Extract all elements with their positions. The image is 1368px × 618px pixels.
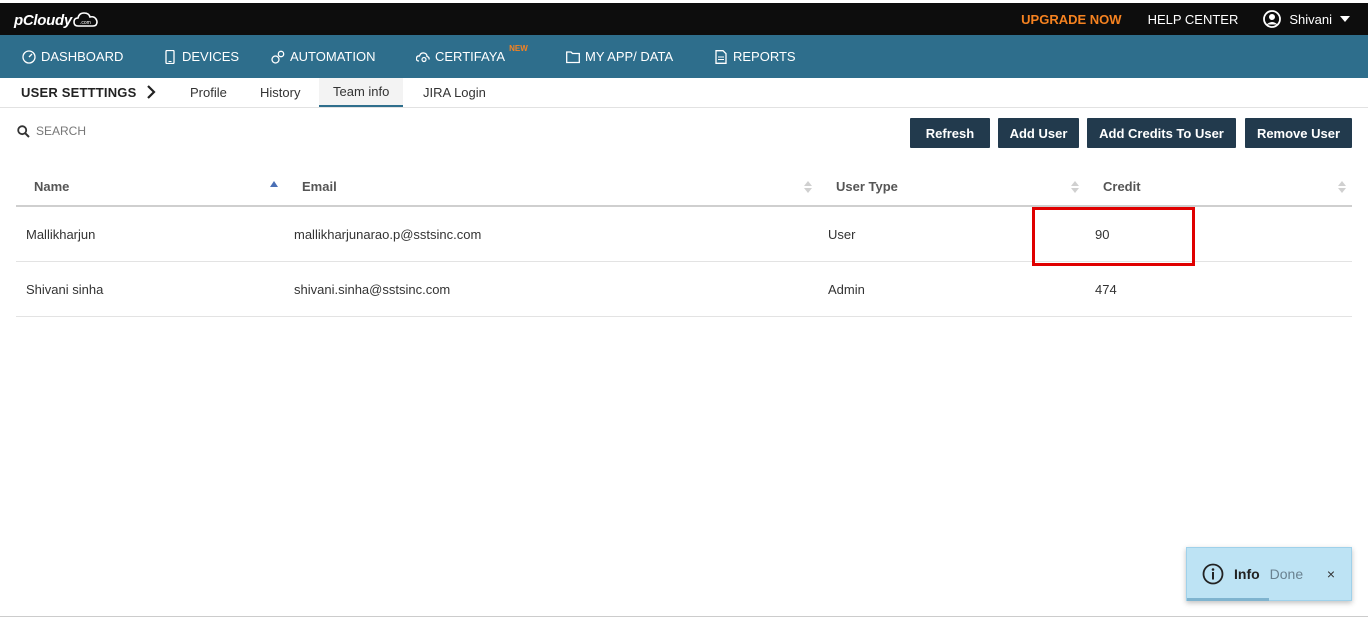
column-header-name[interactable]: Name — [34, 168, 69, 205]
nav-label: MY APP/ DATA — [585, 49, 674, 64]
cloud-search-icon — [416, 51, 430, 62]
nav-dashboard[interactable]: DASHBOARD — [22, 35, 123, 78]
sort-icon[interactable] — [804, 180, 812, 194]
refresh-button[interactable]: Refresh — [910, 118, 990, 148]
sort-icon[interactable] — [1338, 180, 1346, 194]
main-nav: DASHBOARD DEVICES AUTOMATION CERTIFAYA N… — [0, 35, 1368, 78]
top-bar: pCloudy .com UPGRADE NOW HELP CENTER Shi… — [0, 3, 1368, 35]
new-badge: NEW — [509, 44, 528, 53]
bottom-divider — [0, 616, 1368, 617]
add-user-button[interactable]: Add User — [998, 118, 1079, 148]
remove-user-button[interactable]: Remove User — [1245, 118, 1352, 148]
credit-highlight-box — [1032, 207, 1195, 266]
nav-label: REPORTS — [733, 49, 796, 64]
cell-name: Shivani sinha — [26, 282, 104, 297]
info-icon — [1202, 563, 1224, 585]
user-settings-breadcrumb: USER SETTTINGS — [21, 84, 137, 100]
nav-label: DEVICES — [182, 49, 240, 64]
search-placeholder: SEARCH — [36, 124, 87, 138]
document-icon — [715, 49, 727, 64]
column-header-email[interactable]: Email — [302, 168, 337, 205]
sort-asc-icon[interactable] — [270, 180, 278, 194]
tab-jira-login[interactable]: JIRA Login — [423, 78, 486, 107]
add-credits-button[interactable]: Add Credits To User — [1087, 118, 1236, 148]
tab-profile[interactable]: Profile — [190, 78, 227, 107]
cell-name: Mallikharjun — [26, 227, 96, 242]
folder-icon — [566, 50, 580, 63]
nav-automation[interactable]: AUTOMATION — [271, 35, 375, 78]
logo-sub: .com — [80, 20, 91, 26]
search-icon — [17, 124, 30, 138]
nav-devices[interactable]: DEVICES — [163, 35, 239, 78]
column-header-user-type[interactable]: User Type — [836, 168, 898, 205]
chevron-right-icon — [147, 85, 156, 99]
user-name: Shivani — [1289, 11, 1332, 27]
toast-progress-bar — [1187, 598, 1269, 601]
cell-email: mallikharjunarao.p@sstsinc.com — [294, 227, 482, 242]
search-input[interactable]: SEARCH — [17, 124, 86, 138]
nav-label: CERTIFAYA — [435, 49, 506, 64]
upgrade-now-link[interactable]: UPGRADE NOW — [1021, 12, 1121, 27]
cell-email: shivani.sinha@sstsinc.com — [294, 282, 451, 297]
tab-history[interactable]: History — [260, 78, 300, 107]
nav-label: DASHBOARD — [41, 49, 124, 64]
toast-title: Info — [1234, 566, 1260, 582]
table-header: Name Email User Type Credit — [16, 168, 1352, 207]
table-row[interactable]: Shivani sinha shivani.sinha@sstsinc.com … — [16, 262, 1352, 317]
settings-tabs: USER SETTTINGS Profile History Team info… — [0, 78, 1368, 108]
tab-team-info[interactable]: Team info — [319, 78, 404, 107]
cell-user-type: User — [828, 227, 856, 242]
sort-icon[interactable] — [1071, 180, 1079, 194]
nav-label: AUTOMATION — [290, 49, 376, 64]
column-header-credit[interactable]: Credit — [1103, 168, 1141, 205]
help-center-link[interactable]: HELP CENTER — [1148, 12, 1239, 27]
pcloudy-logo[interactable]: pCloudy .com — [14, 9, 99, 31]
cell-user-type: Admin — [828, 282, 865, 297]
chevron-down-icon — [1340, 16, 1350, 22]
cloud-logo-icon: .com — [73, 12, 98, 27]
nav-reports[interactable]: REPORTS — [714, 35, 796, 78]
cell-credit: 474 — [1095, 282, 1117, 297]
close-icon[interactable]: × — [1327, 566, 1335, 582]
info-toast: Info Done × — [1186, 547, 1352, 601]
user-menu[interactable]: Shivani — [1263, 10, 1350, 28]
gauge-icon — [22, 49, 36, 64]
nav-my-app-data[interactable]: MY APP/ DATA — [566, 35, 673, 78]
gears-icon — [271, 50, 285, 64]
toast-message: Done — [1269, 566, 1304, 582]
user-avatar-icon — [1263, 10, 1282, 28]
nav-certifaya[interactable]: CERTIFAYA NEW — [416, 35, 528, 78]
logo-text: pCloudy — [14, 11, 72, 29]
mobile-icon — [165, 49, 175, 64]
